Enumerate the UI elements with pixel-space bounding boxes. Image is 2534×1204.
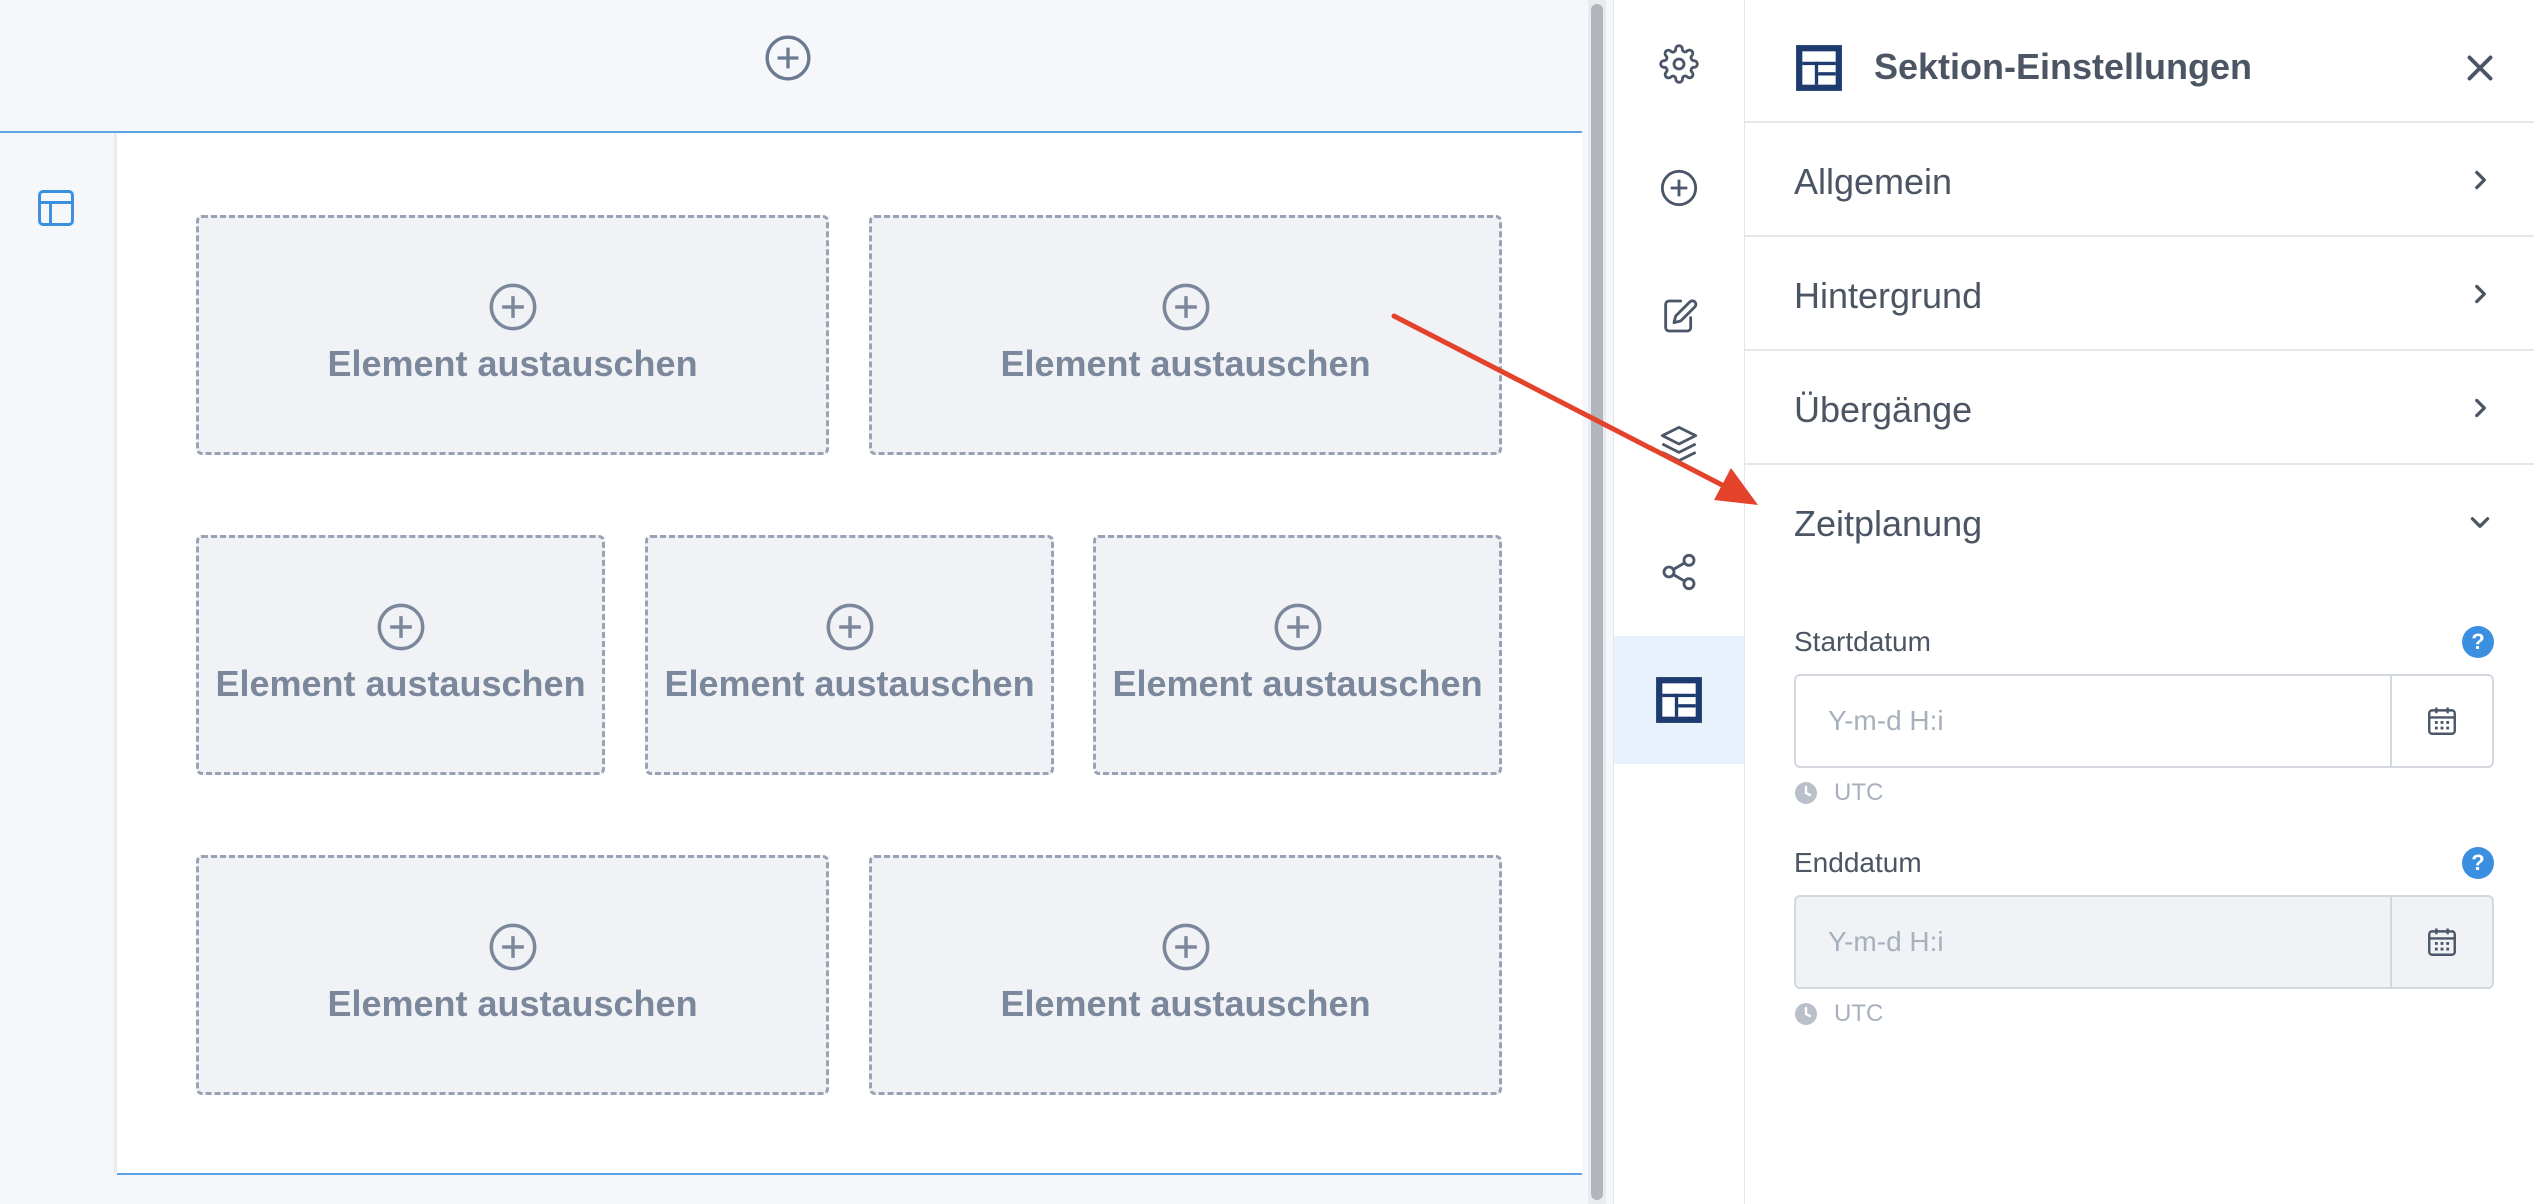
chevron-down-icon	[2470, 517, 2490, 528]
chevron-right-icon	[2475, 170, 2486, 190]
chevron-right-icon	[2475, 284, 2486, 304]
plus-circle-icon	[1274, 603, 1321, 651]
clock-icon	[1795, 1003, 1817, 1025]
element-slot[interactable]: Element austauschen	[196, 215, 829, 455]
section-insert-bar	[0, 0, 1582, 133]
slot-label: Element austauschen	[1000, 343, 1371, 384]
element-slot[interactable]: Element austauschen	[196, 855, 829, 1095]
section-gutter	[0, 133, 117, 1173]
rail-share-button[interactable]	[1614, 508, 1744, 636]
element-slot[interactable]: Element austauschen	[869, 215, 1502, 455]
start-date-field	[1794, 674, 2494, 768]
element-slot[interactable]: Element austauschen	[1093, 535, 1502, 775]
slot-label: Element austauschen	[1112, 663, 1483, 704]
add-section-icon[interactable]	[763, 33, 813, 83]
end-date-label: Enddatum	[1794, 847, 1922, 878]
gear-icon	[1659, 44, 1699, 84]
accordion-label: Allgemein	[1794, 161, 1953, 202]
section-layout-icon[interactable]	[34, 186, 78, 230]
accordion-allgemein[interactable]: Allgemein	[1745, 123, 2534, 237]
tool-rail	[1613, 0, 1746, 1204]
plus-circle-icon	[489, 923, 536, 971]
rail-edit-button[interactable]	[1614, 252, 1744, 380]
accordion-uebergaenge[interactable]: Übergänge	[1745, 351, 2534, 465]
edit-icon	[1664, 299, 1698, 333]
slot-label: Element austauschen	[327, 343, 698, 384]
slot-label: Element austauschen	[215, 663, 586, 704]
element-slot[interactable]: Element austauschen	[869, 855, 1502, 1095]
chevron-right-icon	[2475, 398, 2486, 418]
rail-settings-button[interactable]	[1614, 0, 1744, 128]
plus-circle-icon	[489, 283, 536, 331]
accordion-label: Übergänge	[1794, 389, 1973, 430]
panel-header: Sektion-Einstellungen	[1745, 0, 2534, 123]
start-date-label: Startdatum	[1794, 626, 1931, 657]
plus-circle-icon	[1162, 923, 1209, 971]
start-date-input[interactable]	[1796, 676, 2390, 766]
editor-canvas: Element austauschen Element austauschen …	[0, 0, 1582, 1204]
accordion-zeitplanung[interactable]: Zeitplanung	[1745, 465, 2534, 577]
plus-circle-icon	[1162, 283, 1209, 331]
timezone-label: UTC	[1834, 779, 1884, 806]
rail-add-button[interactable]	[1614, 124, 1744, 252]
calendar-icon	[2428, 707, 2456, 735]
start-date-timezone: UTC	[1794, 779, 1883, 807]
end-date-timezone: UTC	[1794, 1000, 1883, 1028]
plus-circle-icon	[1660, 169, 1698, 207]
end-date-field	[1794, 895, 2494, 989]
start-date-help-icon[interactable]: ?	[2462, 626, 2494, 658]
layers-icon	[1660, 425, 1698, 463]
section-layout-icon	[1656, 677, 1702, 723]
accordion-hintergrund[interactable]: Hintergrund	[1745, 237, 2534, 351]
slot-label: Element austauschen	[1000, 983, 1371, 1024]
scrollbar-thumb[interactable]	[1591, 4, 1603, 1200]
canvas-scrollbar[interactable]	[1588, 0, 1606, 1204]
close-icon[interactable]	[2462, 50, 2498, 86]
plus-circle-icon	[826, 603, 873, 651]
slot-label: Element austauschen	[664, 663, 1035, 704]
section-settings-panel: Sektion-Einstellungen Allgemein Hintergr…	[1745, 0, 2534, 1204]
end-date-input[interactable]	[1796, 897, 2390, 987]
section-layout-icon	[1796, 45, 1842, 91]
timezone-label: UTC	[1834, 1000, 1884, 1027]
end-date-help-icon[interactable]: ?	[2462, 847, 2494, 879]
element-slot[interactable]: Element austauschen	[196, 535, 605, 775]
accordion-label: Hintergrund	[1794, 275, 1983, 316]
accordion-label: Zeitplanung	[1794, 503, 1983, 544]
plus-circle-icon	[377, 603, 424, 651]
clock-icon	[1795, 782, 1817, 804]
section-content: Element austauschen Element austauschen …	[117, 133, 1582, 1175]
start-date-calendar-button[interactable]	[2390, 676, 2492, 766]
panel-title: Sektion-Einstellungen	[1874, 46, 2253, 87]
share-icon	[1662, 553, 1696, 591]
calendar-icon	[2428, 928, 2456, 956]
rail-section-button[interactable]	[1614, 636, 1744, 764]
element-slot[interactable]: Element austauschen	[645, 535, 1054, 775]
slot-label: Element austauschen	[327, 983, 698, 1024]
end-date-calendar-button[interactable]	[2390, 897, 2492, 987]
rail-layers-button[interactable]	[1614, 380, 1744, 508]
